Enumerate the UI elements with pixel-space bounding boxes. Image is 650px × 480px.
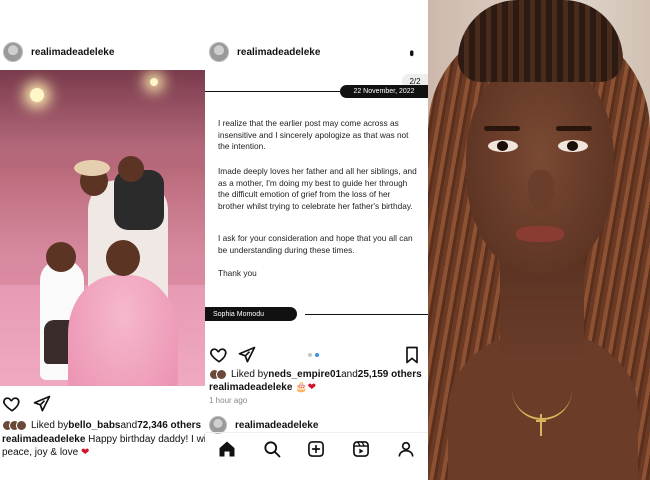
left-post-actions (0, 392, 205, 416)
post-username[interactable]: realimadeadeleke (235, 420, 318, 431)
photo-nose (528, 170, 554, 210)
photo-hat (74, 160, 110, 176)
photo-eye (488, 140, 518, 152)
heart-icon[interactable] (2, 394, 22, 414)
caption-username[interactable]: realimadeadeleke (2, 434, 85, 445)
carousel-dot-active (315, 353, 319, 357)
statement-image[interactable]: 2/2 22 November, 2022 I realize that the… (205, 70, 428, 338)
carousel-dot (308, 353, 312, 357)
liker-avatars (2, 420, 27, 431)
avatar[interactable] (3, 42, 23, 62)
divider (305, 314, 428, 315)
photo-figure (118, 156, 144, 182)
caption-username[interactable]: realimadeadeleke (209, 382, 292, 393)
liker-username[interactable]: bello_babs (68, 420, 120, 431)
photo-braids (458, 0, 623, 82)
statement-post-panel: realimadeadeleke ••• 2/2 22 November, 20… (205, 0, 428, 480)
reels-icon[interactable] (351, 439, 371, 459)
bottom-navigation (205, 432, 428, 464)
post-timestamp: 1 hour ago (209, 396, 248, 405)
likes-mid: and (341, 369, 358, 380)
likes-line: Liked by bello_babs and 72,346 others (2, 420, 201, 431)
statement-paragraph: I ask for your consideration and hope th… (218, 233, 413, 255)
heart-emoji: ❤ (80, 447, 90, 458)
profile-icon[interactable] (396, 439, 416, 459)
likes-mid: and (120, 420, 138, 431)
photo-face (466, 58, 614, 276)
home-icon[interactable] (217, 439, 237, 459)
liker-avatars (209, 369, 227, 380)
left-post-header: realimadeadeleke (0, 38, 205, 66)
caption: realimadeadeleke 🎂❤ (209, 382, 316, 393)
photo-light (150, 78, 158, 86)
bookmark-icon[interactable] (402, 345, 422, 365)
statement-post-header: realimadeadeleke ••• (205, 38, 428, 66)
portrait-photo (428, 0, 650, 480)
statement-paragraph: I realize that the earlier post may come… (218, 118, 409, 152)
photo-figure (106, 240, 140, 276)
caption-emoji: 🎂❤ (295, 382, 317, 393)
search-icon[interactable] (262, 439, 282, 459)
likes-count[interactable]: 25,159 others (358, 369, 422, 380)
send-icon[interactable] (32, 394, 52, 414)
photo-lips (516, 226, 564, 242)
caption-text: Happy birthday daddy! I wis (88, 434, 205, 445)
send-icon[interactable] (237, 345, 257, 365)
signature: Sophia Momodu (205, 307, 297, 321)
carousel-dots (308, 353, 319, 357)
post-username[interactable]: realimadeadeleke (31, 47, 114, 58)
photo-necklace (512, 360, 572, 420)
caption-line2: peace, joy & love ❤ (2, 447, 89, 458)
post-username[interactable]: realimadeadeleke (237, 47, 320, 58)
photo-cross-pendant (536, 414, 546, 436)
photo-figure (68, 275, 178, 386)
statement-date: 22 November, 2022 (340, 85, 428, 98)
photo-brow (484, 126, 520, 131)
photo-figure (46, 242, 76, 272)
caption: realimadeadeleke Happy birthday daddy! I… (2, 434, 205, 445)
statement-paragraph: Imade deeply loves her father and all he… (218, 166, 417, 211)
divider (205, 91, 340, 92)
statement-paragraph: Thank you (218, 268, 257, 278)
likes-count[interactable]: 72,346 others (137, 420, 201, 431)
avatar[interactable] (209, 42, 229, 62)
heart-icon[interactable] (209, 345, 229, 365)
more-options-icon[interactable]: ••• (405, 50, 419, 54)
likes-line: Liked by neds_empire01 and 25,159 others (209, 369, 422, 380)
photo-brow (556, 126, 592, 131)
liker-username[interactable]: neds_empire01 (268, 369, 341, 380)
birthday-party-photo[interactable] (0, 70, 205, 386)
likes-prefix: Liked by (31, 420, 69, 431)
left-post-panel: realimadeadeleke Liked by bello_babs and… (0, 0, 205, 480)
photo-light (30, 88, 44, 102)
caption-text-2: peace, joy & love (2, 447, 79, 458)
photo-eye (558, 140, 588, 152)
add-post-icon[interactable] (306, 439, 326, 459)
likes-prefix: Liked by (231, 369, 269, 380)
